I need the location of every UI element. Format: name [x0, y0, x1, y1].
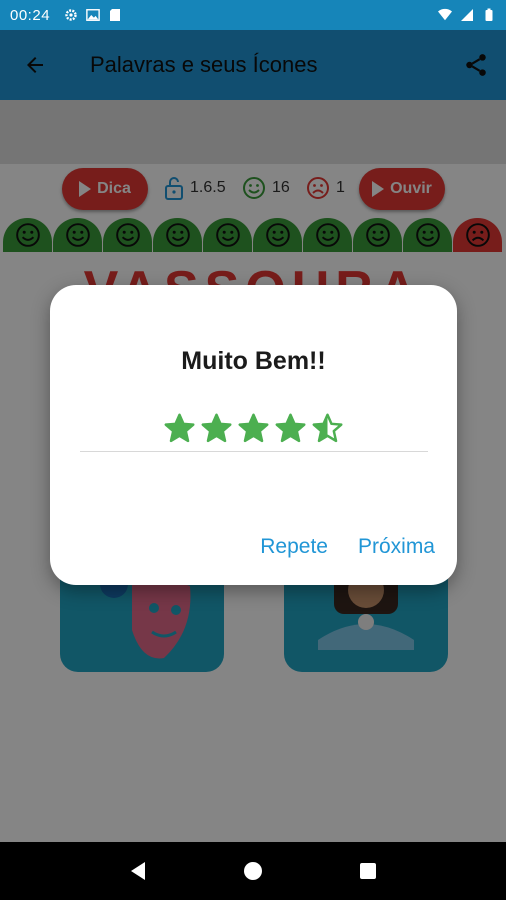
system-nav-bar — [0, 842, 506, 900]
repeat-button[interactable]: Repete — [260, 535, 328, 559]
dialog-title: Muito Bem!! — [181, 347, 326, 375]
nav-back-icon[interactable] — [127, 860, 149, 882]
settings-icon — [65, 9, 77, 21]
status-time: 00:24 — [10, 6, 51, 24]
signal-icon — [461, 9, 473, 21]
star-filled-icon — [164, 413, 195, 443]
star-filled-icon — [238, 413, 269, 443]
dialog-divider — [80, 451, 428, 452]
battery-icon — [485, 8, 493, 21]
wifi-icon — [438, 8, 452, 21]
dialog-actions: Repete Próxima — [260, 535, 435, 559]
nav-recents-icon[interactable] — [357, 860, 379, 882]
status-left-icons — [64, 8, 122, 22]
sd-card-icon — [110, 9, 121, 21]
status-bar: 00:24 — [0, 0, 506, 30]
status-right-icons — [438, 8, 496, 22]
star-filled-icon — [201, 413, 232, 443]
result-dialog: Muito Bem!! Repete Próxima — [50, 285, 457, 585]
star-rating — [50, 412, 457, 445]
star-half-icon — [312, 413, 343, 443]
next-button[interactable]: Próxima — [358, 535, 435, 559]
image-icon — [86, 9, 100, 21]
star-filled-icon — [275, 413, 306, 443]
nav-home-icon[interactable] — [242, 860, 264, 882]
